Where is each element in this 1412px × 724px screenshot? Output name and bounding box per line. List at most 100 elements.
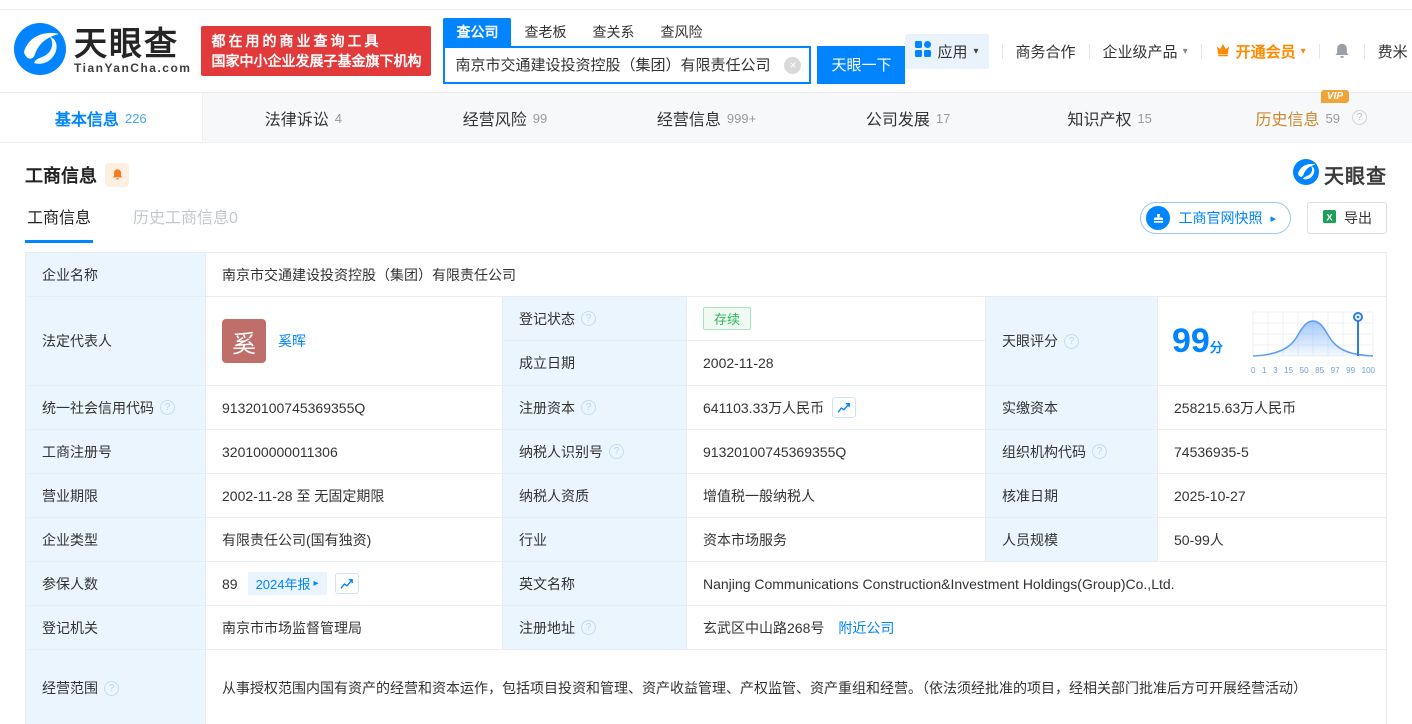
chevron-down-icon: ▾ bbox=[1300, 45, 1306, 57]
help-icon[interactable]: ? bbox=[1064, 333, 1079, 349]
trend-chart-icon[interactable] bbox=[832, 397, 857, 418]
score-value: 99 bbox=[1172, 322, 1210, 360]
help-icon[interactable]: ? bbox=[581, 311, 596, 326]
search-tab-boss[interactable]: 查老板 bbox=[511, 18, 579, 46]
search-input[interactable] bbox=[443, 45, 812, 84]
tab-company-development[interactable]: 公司发展 17 bbox=[807, 93, 1009, 142]
vip-membership-label: 开通会员 bbox=[1235, 43, 1296, 61]
search-tab-relations[interactable]: 查关系 bbox=[579, 18, 647, 46]
main-header: 天眼查 TianYanCha.com 都在用的商业查询工具 国家中小企业发展子基… bbox=[0, 10, 1412, 93]
field-label-score: 天眼评分 ? bbox=[986, 297, 1158, 386]
divider bbox=[1200, 43, 1202, 59]
legal-rep-avatar[interactable]: 奚 bbox=[222, 319, 266, 363]
help-icon[interactable]: ? bbox=[609, 444, 624, 459]
tab-intellectual-property[interactable]: 知识产权 15 bbox=[1009, 93, 1211, 142]
legal-rep-link[interactable]: 奚晖 bbox=[278, 331, 306, 351]
enterprise-products-label: 企业级产品 bbox=[1102, 43, 1178, 61]
tab-history-info[interactable]: VIP 历史信息 59 ? bbox=[1210, 89, 1412, 142]
notification-bell-icon[interactable] bbox=[1333, 42, 1351, 60]
enterprise-products-menu[interactable]: 企业级产品 ▾ bbox=[1103, 41, 1188, 62]
chevron-down-icon: ▾ bbox=[973, 45, 979, 57]
section-header: 工商信息 天眼查 bbox=[25, 159, 1387, 190]
tab-label: 法律诉讼 bbox=[264, 111, 329, 129]
field-value-reg-status: 存续 bbox=[687, 297, 986, 341]
help-icon[interactable]: ? bbox=[1092, 444, 1107, 459]
search-tab-risk[interactable]: 查风险 bbox=[647, 18, 715, 46]
field-label-business-scope: 经营范围 ? bbox=[26, 650, 206, 724]
field-value-english-name: Nanjing Communications Construction&Inve… bbox=[687, 562, 1386, 606]
field-label-text: 注册地址 bbox=[519, 619, 575, 636]
clear-search-icon[interactable]: × bbox=[784, 56, 802, 74]
field-label-business-term: 营业期限 bbox=[26, 474, 206, 518]
field-value-business-scope: 从事授权范围内国有资产的经营和资本运作，包括项目投资和管理、资产收益管理、产权监… bbox=[206, 650, 1386, 724]
official-snapshot-button[interactable]: 工商官网快照 ▸ bbox=[1140, 202, 1291, 234]
company-nav-tabs: 基本信息 226 法律诉讼 4 经营风险 99 经营信息 999+ 公司发展 1… bbox=[0, 89, 1412, 143]
subtab-history-business-info[interactable]: 历史工商信息0 bbox=[131, 194, 240, 243]
field-value-approval-date: 2025-10-27 bbox=[1158, 474, 1386, 518]
tab-count: 15 bbox=[1137, 111, 1152, 126]
field-value-reg-number: 320100000011306 bbox=[206, 430, 503, 474]
field-value-business-term: 2002-11-28 至 无固定期限 bbox=[206, 474, 503, 518]
tab-label: 历史信息 bbox=[1255, 111, 1320, 129]
tab-label: 经营风险 bbox=[462, 111, 527, 129]
arrow-right-icon: ▸ bbox=[313, 578, 319, 589]
trend-chart-icon[interactable] bbox=[334, 573, 359, 594]
field-value-establish-date: 2002-11-28 bbox=[687, 341, 986, 386]
subtab-row: 工商信息 历史工商信息0 工商官网快照 ▸ X 导出 bbox=[25, 194, 1387, 243]
help-icon[interactable]: ? bbox=[160, 400, 175, 415]
field-label-reg-status: 登记状态 ? bbox=[503, 297, 687, 341]
search-button[interactable]: 天眼一下 bbox=[817, 45, 906, 84]
promo-banner: 都在用的商业查询工具 国家中小企业发展子基金旗下机构 bbox=[201, 26, 432, 76]
field-label-text: 经营范围 bbox=[42, 680, 98, 696]
logo-text: 天眼查 bbox=[74, 25, 179, 62]
monitor-bell-icon[interactable] bbox=[105, 162, 129, 187]
search-area: 查公司 查老板 查关系 查风险 × 天眼一下 bbox=[443, 17, 906, 84]
vip-membership-menu[interactable]: 开通会员 ▾ bbox=[1215, 41, 1306, 62]
nearby-companies-link[interactable]: 附近公司 bbox=[838, 618, 894, 638]
divider bbox=[1318, 43, 1320, 59]
watermark-text: 天眼查 bbox=[1324, 166, 1387, 188]
address-text: 玄武区中山路268号 bbox=[703, 619, 825, 636]
field-label-text: 统一社会信用代码 bbox=[42, 399, 154, 416]
apps-menu[interactable]: 应用 ▾ bbox=[905, 33, 989, 69]
annual-report-label: 2024年报 bbox=[255, 577, 311, 592]
field-label-text: 纳税人识别号 bbox=[519, 443, 603, 460]
field-label-paid-capital: 实缴资本 bbox=[986, 386, 1158, 430]
tab-legal-litigation[interactable]: 法律诉讼 4 bbox=[203, 93, 405, 142]
export-button[interactable]: X 导出 bbox=[1307, 202, 1387, 234]
apps-grid-icon bbox=[915, 41, 932, 61]
arrow-right-icon: ▸ bbox=[1270, 212, 1276, 225]
tianyancha-logo[interactable]: 天眼查 TianYanCha.com bbox=[14, 22, 192, 80]
help-icon[interactable]: ? bbox=[581, 620, 596, 635]
tab-operation-risk[interactable]: 经营风险 99 bbox=[404, 93, 606, 142]
user-menu[interactable]: 费米 ▾ bbox=[1378, 41, 1412, 62]
status-badge: 存续 bbox=[703, 307, 752, 330]
annual-report-tag[interactable]: 2024年报 ▸ bbox=[247, 572, 327, 595]
field-value-legal-rep: 奚 奚晖 bbox=[206, 297, 503, 386]
help-icon[interactable]: ? bbox=[104, 680, 119, 696]
export-button-label: 导出 bbox=[1344, 210, 1372, 226]
field-label-credit-code: 统一社会信用代码 ? bbox=[26, 386, 206, 430]
field-label-insured-count: 参保人数 bbox=[26, 562, 206, 606]
field-value-reg-authority: 南京市市场监督管理局 bbox=[206, 606, 503, 650]
business-cooperation-link[interactable]: 商务合作 bbox=[1016, 41, 1076, 62]
search-tab-company[interactable]: 查公司 bbox=[443, 17, 512, 46]
chevron-down-icon: ▾ bbox=[1182, 45, 1188, 57]
top-divider bbox=[0, 0, 1412, 10]
tab-label: 基本信息 bbox=[54, 111, 119, 129]
tab-label: 经营信息 bbox=[656, 111, 721, 129]
logo-domain: TianYanCha.com bbox=[74, 61, 192, 75]
tab-count: 226 bbox=[124, 111, 147, 126]
field-value-score: 99分 0 1 3 15 50 85 97 99 100 bbox=[1158, 297, 1386, 386]
help-icon[interactable]: ? bbox=[1352, 110, 1367, 125]
field-value-insured-count: 89 2024年报 ▸ bbox=[206, 562, 503, 606]
tab-business-info[interactable]: 经营信息 999+ bbox=[606, 93, 808, 142]
tab-count: 4 bbox=[334, 111, 342, 126]
field-label-staff-size: 人员规模 bbox=[986, 518, 1158, 562]
field-label-legal-rep: 法定代表人 bbox=[26, 297, 206, 386]
help-icon[interactable]: ? bbox=[581, 400, 596, 415]
tab-basic-info[interactable]: 基本信息 226 bbox=[0, 93, 203, 142]
page-title: 工商信息 bbox=[25, 165, 97, 186]
divider bbox=[1363, 43, 1365, 59]
subtab-business-info[interactable]: 工商信息 bbox=[25, 194, 94, 243]
